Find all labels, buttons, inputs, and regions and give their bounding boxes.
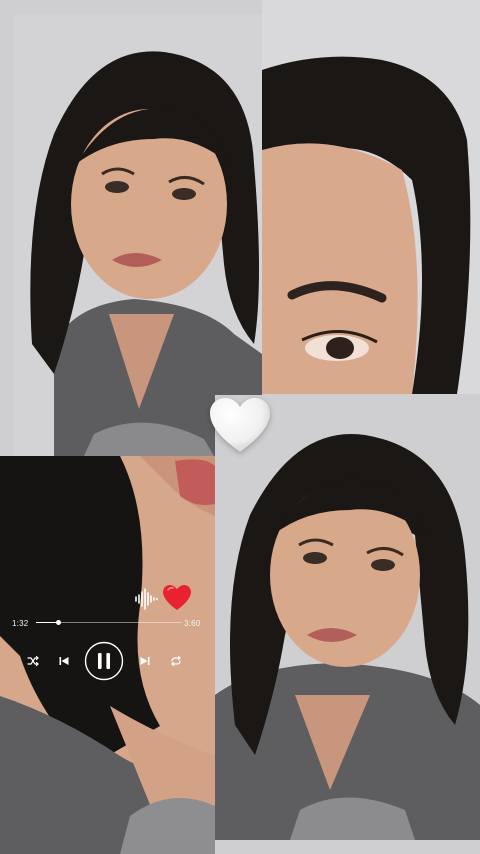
progress-fill: [36, 622, 59, 623]
photo-selfie-bottom-right: [215, 395, 480, 840]
progress-bar[interactable]: [36, 620, 182, 625]
skip-previous-icon[interactable]: [58, 655, 70, 667]
skip-next-icon[interactable]: [139, 655, 151, 667]
progress-knob[interactable]: [56, 620, 62, 625]
repeat-icon[interactable]: [170, 655, 182, 667]
photo-selfie-top-left: [14, 14, 262, 456]
red-heart-icon[interactable]: [162, 584, 192, 612]
music-player: 1:32 3:60: [0, 580, 215, 690]
photo-closeup-top-right: [262, 0, 480, 394]
sound-wave-icon: [134, 588, 158, 610]
pause-button[interactable]: [84, 641, 124, 681]
total-time: 3:60: [184, 619, 201, 628]
pause-icon: [98, 653, 110, 669]
white-heart-icon: [208, 396, 272, 456]
elapsed-time: 1:32: [12, 619, 29, 628]
shuffle-icon[interactable]: [27, 655, 39, 667]
